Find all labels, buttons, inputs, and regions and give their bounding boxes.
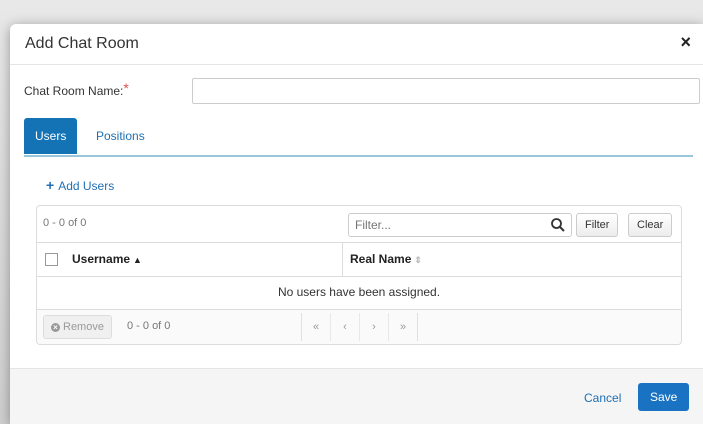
remove-icon: × [51, 323, 60, 332]
last-page-button[interactable]: » [389, 313, 417, 341]
column-real-name[interactable]: Real Name ⇕ [350, 252, 422, 266]
pager: « ‹ › » [301, 313, 418, 341]
filter-input[interactable] [349, 214, 551, 236]
clear-button[interactable]: Clear [628, 213, 673, 237]
remove-button-label: Remove [63, 321, 104, 333]
search-icon[interactable] [550, 217, 566, 233]
close-icon[interactable]: × [680, 33, 691, 51]
empty-message: No users have been assigned. [37, 276, 681, 310]
add-users-link[interactable]: + Add Users [46, 177, 114, 193]
record-count-top: 0 - 0 of 0 [43, 217, 87, 229]
dialog-header: Add Chat Room × [10, 24, 703, 65]
sort-unsorted-icon: ⇕ [414, 255, 422, 265]
column-divider [342, 243, 343, 276]
required-marker: * [123, 80, 129, 96]
first-page-button[interactable]: « [302, 313, 331, 341]
tab-positions[interactable]: Positions [85, 118, 156, 154]
chat-room-name-label: Chat Room Name:* [24, 80, 129, 98]
select-all-checkbox[interactable] [45, 253, 58, 266]
plus-icon: + [46, 177, 55, 193]
users-grid: 0 - 0 of 0 Filter Clear Username▲ Real N… [36, 205, 682, 345]
dialog-footer: Cancel Save [10, 368, 703, 424]
previous-page-button[interactable]: ‹ [331, 313, 360, 341]
record-count-bottom: 0 - 0 of 0 [127, 320, 171, 332]
sort-ascending-icon: ▲ [133, 255, 142, 265]
column-username[interactable]: Username ▲ [72, 252, 142, 266]
add-chat-room-dialog: Add Chat Room × Chat Room Name:* Users P… [10, 24, 703, 424]
chat-room-name-label-text: Chat Room Name: [24, 84, 124, 98]
chat-room-name-input[interactable] [192, 78, 700, 104]
grid-header-row: Username ▲ Real Name ⇕ [37, 242, 681, 277]
filter-box [348, 213, 572, 237]
next-page-button[interactable]: › [360, 313, 389, 341]
dialog-title: Add Chat Room [25, 35, 139, 52]
remove-button[interactable]: × Remove [43, 315, 112, 339]
filter-button[interactable]: Filter [576, 213, 619, 237]
save-button[interactable]: Save [638, 383, 690, 411]
add-users-label: Add Users [58, 179, 115, 193]
grid-footer: × Remove 0 - 0 of 0 « ‹ › » [37, 310, 681, 344]
tab-users[interactable]: Users [24, 118, 78, 154]
grid-toolbar: 0 - 0 of 0 Filter Clear [37, 206, 681, 242]
column-username-label: Username [72, 252, 131, 266]
column-real-name-label: Real Name [350, 252, 412, 266]
cancel-button[interactable]: Cancel [584, 391, 621, 405]
tab-bar: Users Positions [24, 117, 693, 157]
